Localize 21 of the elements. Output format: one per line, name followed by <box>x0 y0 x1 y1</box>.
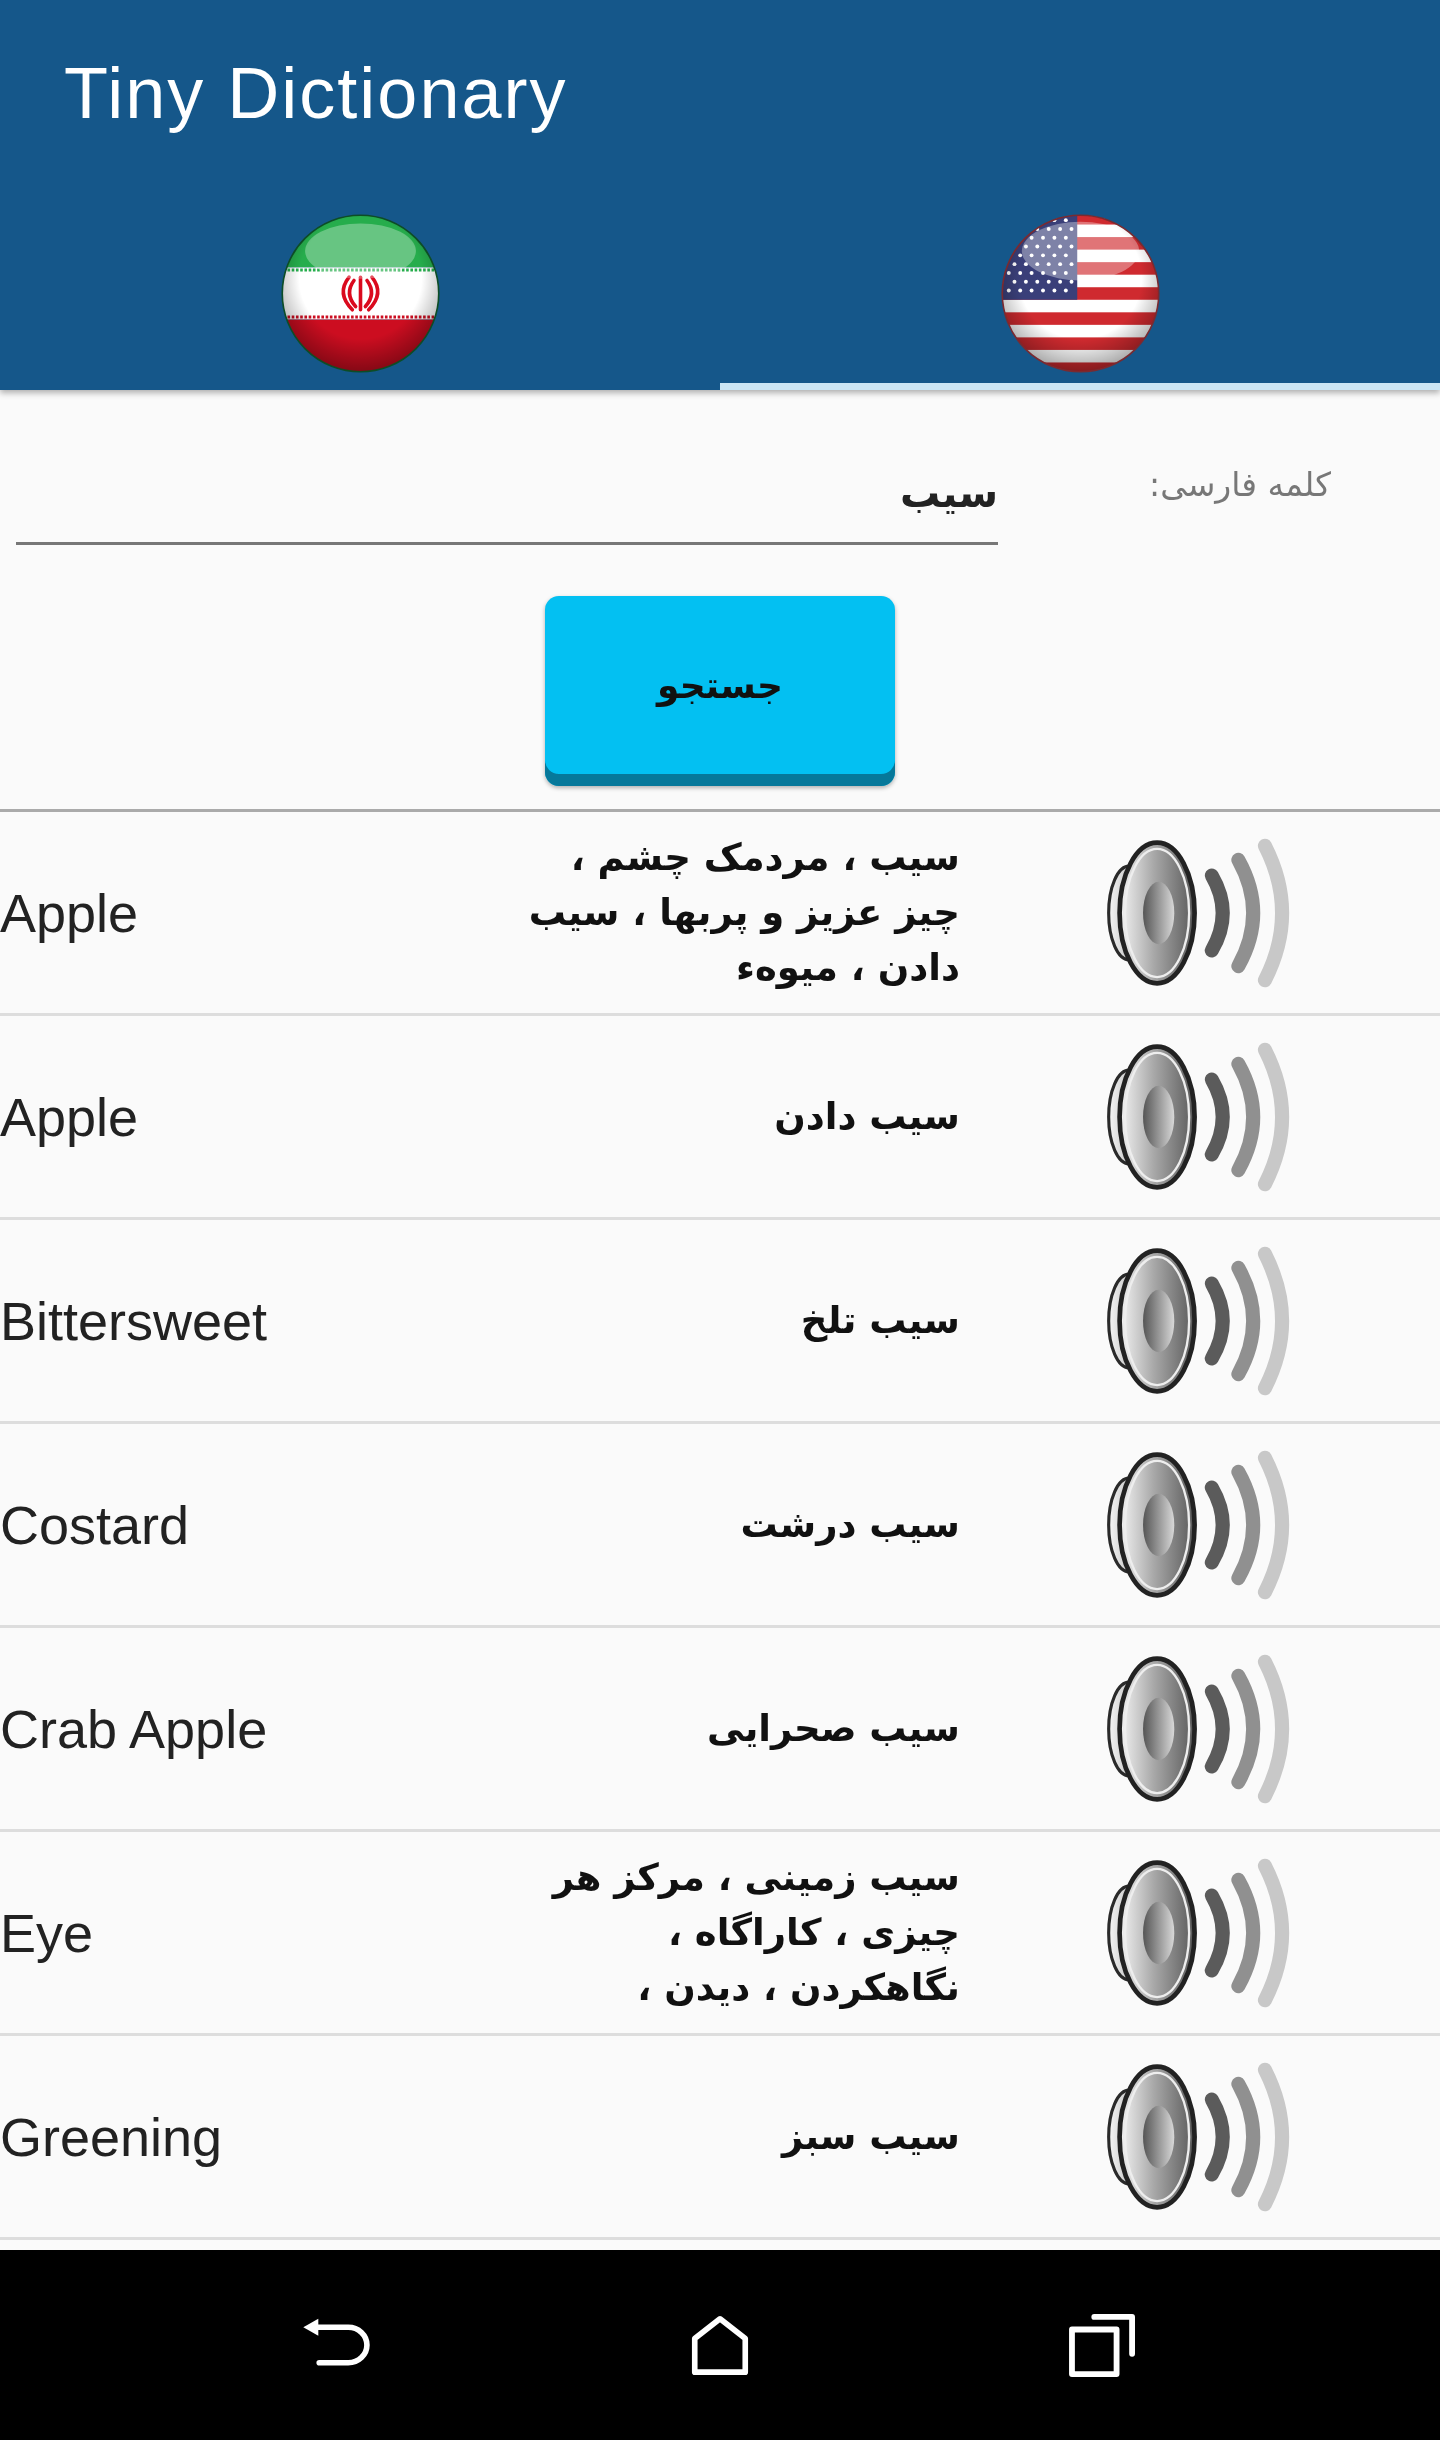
persian-translation: سیب دادن <box>774 1094 960 1140</box>
recents-icon[interactable] <box>1069 2313 1137 2377</box>
persian-translation: سیب سبز <box>781 2114 960 2160</box>
english-word: Apple <box>0 1085 139 1148</box>
persian-translation: سیب تلخ <box>800 1298 960 1344</box>
field-label: کلمه فارسی: <box>1149 466 1331 503</box>
english-word: Greening <box>0 2105 223 2168</box>
persian-translation: سیب صحرایی <box>707 1706 960 1752</box>
home-icon[interactable] <box>691 2315 749 2375</box>
english-word: Eye <box>0 1901 94 1964</box>
persian-translation: سیب زمینی ، مرکز هر چیزی ، کاراگاه ، نگاهکردن ، دیدن ، <box>550 1855 960 2011</box>
english-word: Crab Apple <box>0 1697 268 1760</box>
search-button[interactable]: جستجو <box>545 596 895 786</box>
persian-translation: سیب ، مردمک چشم ، چیز عزیز و پربها ، سیب دادن ، میوهء <box>527 835 960 991</box>
us-flag-icon <box>998 211 1162 375</box>
english-word: Bittersweet <box>0 1289 268 1352</box>
english-word: Apple <box>0 881 139 944</box>
search-field[interactable]: سیب <box>16 450 998 545</box>
iran-flag-icon <box>278 211 442 375</box>
persian-translation: سیب درشت <box>740 1502 960 1548</box>
english-word: Costard <box>0 1493 190 1556</box>
